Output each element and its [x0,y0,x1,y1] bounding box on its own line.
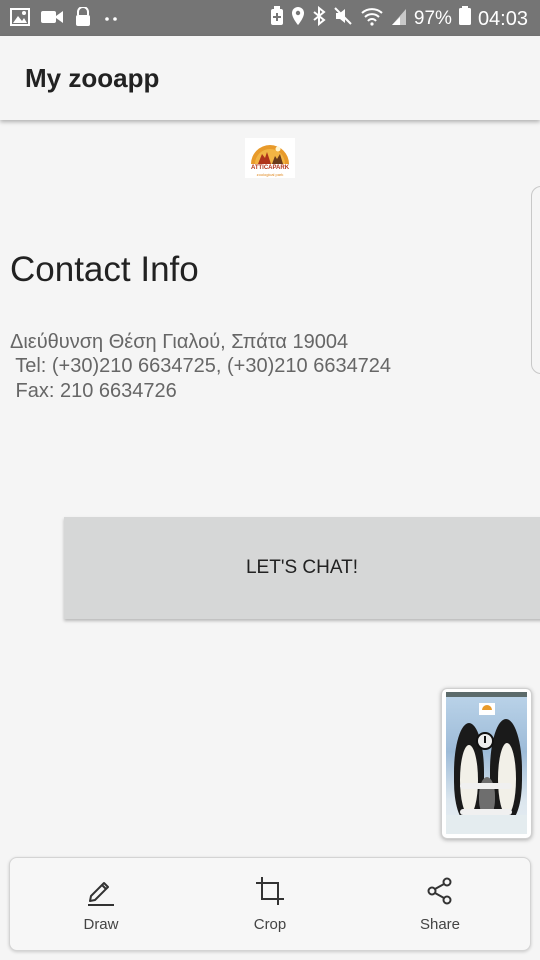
attica-park-logo: ATTICAPARK zoological park [245,138,295,178]
share-icon [427,877,452,905]
more-dots-icon [102,11,122,29]
wifi-icon [360,6,384,32]
screenshot-toolbar: Draw Crop Share [9,857,531,951]
status-right-icons: 97% 04:03 [270,5,528,32]
battery-percentage: 97% [413,8,452,29]
thumbnail-screen [446,697,527,834]
status-bar: 97% 04:03 [0,0,540,36]
power-icon [476,732,494,750]
crop-label: Crop [253,916,287,933]
thumbnail-logo [479,703,495,715]
share-label: Share [419,916,461,933]
crop-icon [256,877,284,905]
battery-saver-icon [270,6,284,32]
contact-fax: Fax: 210 6634726 [10,380,177,402]
edge-panel-handle[interactable] [531,186,540,374]
lock-screen-icon [74,6,92,32]
app-title: My zooapp [25,63,160,93]
penguin-belly [460,745,478,815]
contact-address: Διεύθυνση Θέση Γιαλού, Σπάτα 19004 [10,331,349,353]
contact-tel: Tel: (+30)210 6634725, (+30)210 6634724 [10,355,392,377]
mute-icon [333,6,353,32]
location-icon [291,6,305,32]
crop-button[interactable]: Crop [210,858,330,950]
draw-button[interactable]: Draw [41,858,161,950]
video-camera-icon [40,8,64,31]
pencil-icon [88,882,114,906]
signal-icon [391,6,407,32]
app-bar: My zooapp [0,36,540,120]
thumbnail-button-2 [460,809,512,815]
battery-icon [458,6,471,32]
logo-name: ATTICAPARK [250,165,290,171]
thumbnail-button-1 [460,783,512,789]
logo-tagline: zoological park [256,172,284,177]
share-button[interactable]: Share [380,858,500,950]
status-left-icons [10,6,122,32]
contact-heading: Contact Info [10,250,199,289]
lets-chat-button[interactable]: LET'S CHAT! [64,517,540,619]
screenshot-thumbnail[interactable] [441,688,532,839]
logo-graphic [251,145,289,164]
clock: 04:03 [477,7,528,30]
penguin-belly-2 [498,743,516,815]
draw-label: Draw [83,916,119,933]
thumbnail-ice [446,815,527,834]
image-icon [10,8,30,31]
bluetooth-icon [312,5,326,32]
